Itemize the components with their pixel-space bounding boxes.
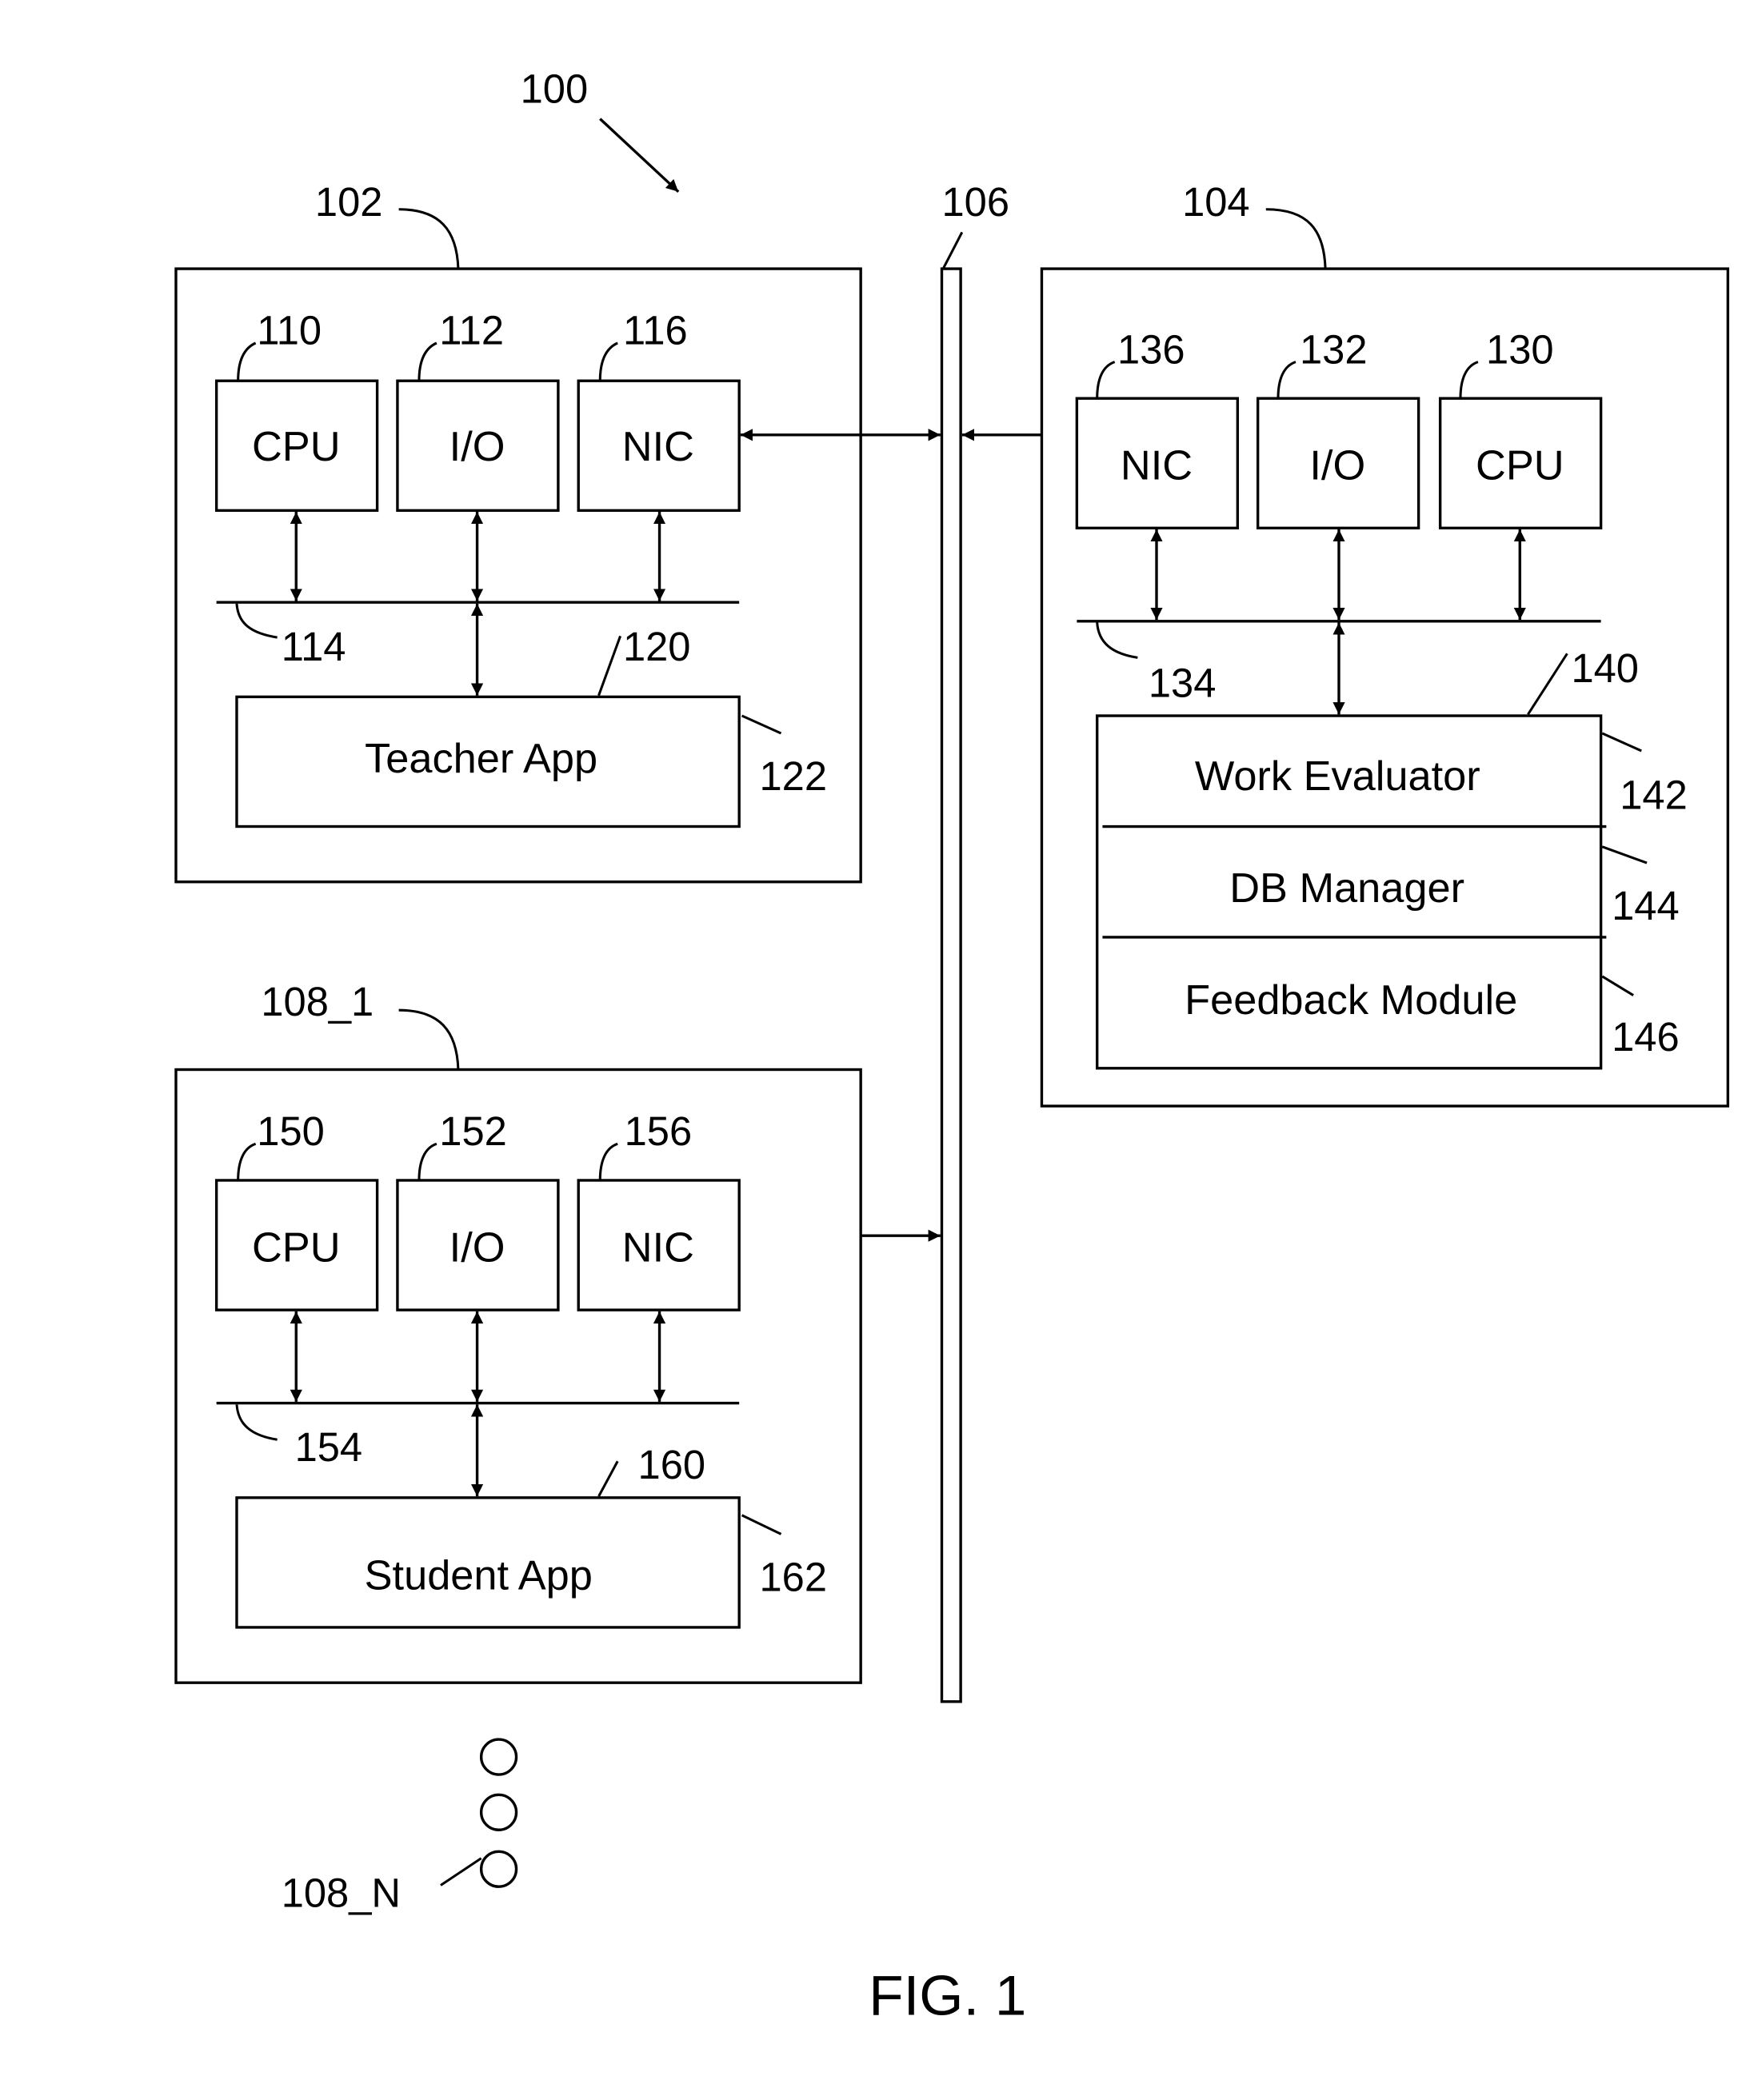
network-bus [940,267,962,1703]
more-students: 108_N [282,1738,518,1916]
server-nic-label: NIC [1121,443,1193,489]
teacher-cpu-ref: 110 [257,308,322,353]
server-leader [1265,208,1327,269]
server-cpu-label: CPU [1476,443,1564,489]
student-io-label: I/O [449,1224,505,1271]
server-cpu-ref: 130 [1486,326,1554,372]
student-memory-ref: 160 [638,1442,706,1487]
ellipsis-dot-1 [479,1738,518,1776]
more-students-leader [440,1857,482,1886]
student-nic-ref: 156 [625,1108,693,1154]
system-ref-arrow [599,118,680,194]
ellipsis-dot-3 [479,1850,518,1888]
teacher-memory-ref: 120 [623,624,691,669]
figure-caption: FIG. 1 [869,1965,1026,2028]
student-io-ref: 152 [439,1108,507,1154]
server-nic-ref: 136 [1117,326,1185,372]
network-leader [941,231,964,269]
system-diagram: 100 102 CPU 110 I/O 112 NIC 116 114 Teac… [174,66,1730,2028]
work-evaluator-label: Work Evaluator [1195,753,1480,800]
server-io-ref: 132 [1300,326,1368,372]
teacher-nic-ref: 116 [623,308,688,353]
teacher-bus-ref: 114 [282,624,346,669]
student-device-ref: 108_1 [261,979,374,1024]
student-nic-label: NIC [622,1224,694,1271]
server-memory-ref: 140 [1571,645,1639,691]
feedback-module-label: Feedback Module [1185,977,1517,1024]
student-app-label: Student App [365,1553,593,1599]
teacher-app-ref: 122 [760,753,828,799]
feedback-module-ref: 146 [1612,1014,1680,1060]
ellipsis-dot-2 [479,1793,518,1831]
more-students-ref: 108_N [282,1870,401,1916]
server-bus-ref: 134 [1149,660,1217,705]
student-device-leader [398,1008,460,1070]
work-evaluator-ref: 142 [1620,773,1688,818]
db-manager-ref: 144 [1612,883,1680,928]
student-device: 108_1 CPU 150 I/O 152 NIC 156 154 Studen… [174,979,862,1684]
teacher-io-label: I/O [449,424,505,470]
server-io-label: I/O [1309,443,1365,489]
teacher-nic-label: NIC [622,424,694,470]
teacher-device-leader [398,208,460,269]
teacher-app-label: Teacher App [365,736,597,782]
student-bus-ref: 154 [295,1424,363,1470]
student-cpu-ref: 150 [257,1108,325,1154]
teacher-device: 102 CPU 110 I/O 112 NIC 116 114 Teacher … [174,179,862,884]
student-app-ref: 162 [760,1554,828,1599]
server-ref: 104 [1182,179,1250,225]
teacher-cpu-label: CPU [252,424,341,470]
student-cpu-label: CPU [252,1224,341,1271]
teacher-device-ref: 102 [315,179,383,225]
teacher-io-ref: 112 [439,308,504,353]
server: 104 NIC 136 I/O 132 CPU 130 134 140 Work… [1040,179,1730,1108]
db-manager-label: DB Manager [1229,865,1464,912]
network-ref: 106 [941,179,1009,225]
system-ref-label: 100 [521,66,589,111]
